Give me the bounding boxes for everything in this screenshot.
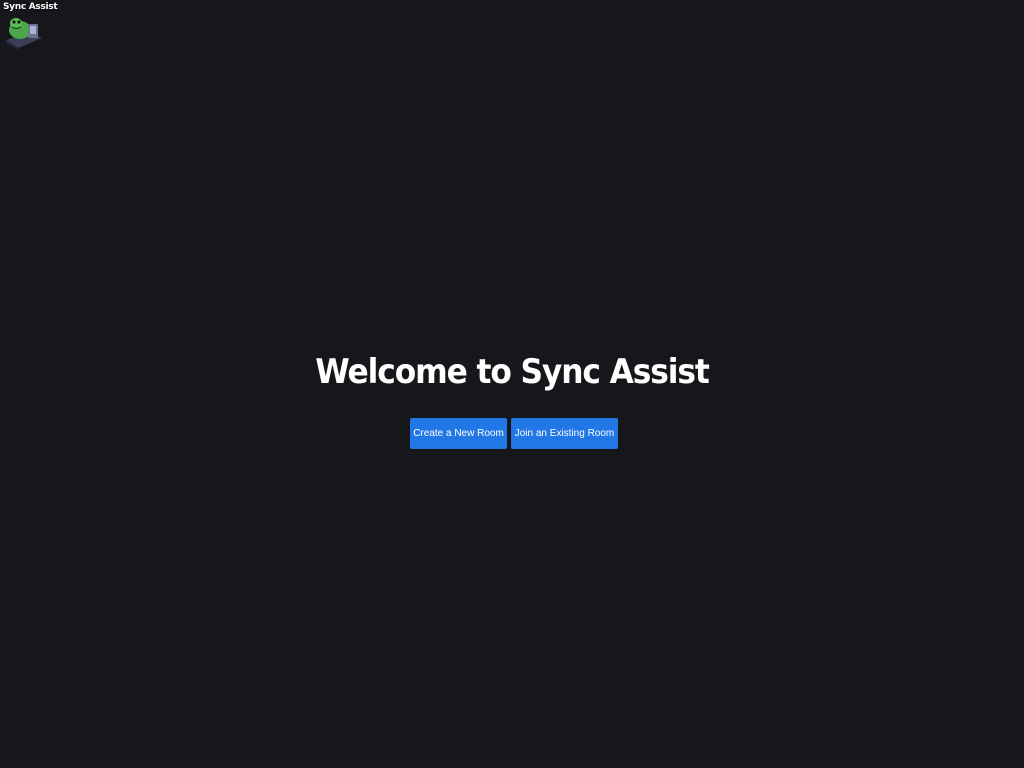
room-actions: Create a New Room Join an Existing Room [410,418,618,449]
app-logo[interactable]: Sync Assist [2,2,58,50]
join-room-button[interactable]: Join an Existing Room [511,418,618,449]
create-room-button[interactable]: Create a New Room [410,418,507,449]
logo-text: Sync Assist [3,2,58,12]
page-title: Welcome to Sync Assist [315,352,710,392]
landing-page: Sync Assist Welcome to Sync Assist Creat… [0,0,1024,768]
hero-section: Welcome to Sync Assist [0,349,1024,395]
logo-mascot-icon [6,18,42,50]
